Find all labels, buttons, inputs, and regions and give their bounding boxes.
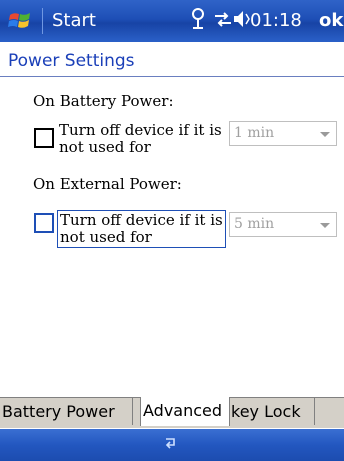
title-bar: Start 01:18 ok: [0, 0, 344, 42]
antenna-icon[interactable]: [190, 8, 206, 35]
external-turn-off-checkbox[interactable]: [34, 213, 54, 233]
external-timeout-select[interactable]: 5 min: [229, 212, 337, 237]
windows-logo-icon[interactable]: [8, 9, 34, 33]
external-label-line1: Turn off device if it is: [60, 211, 223, 229]
battery-timeout-select[interactable]: 1 min: [229, 121, 337, 146]
external-timeout-value: 5 min: [234, 216, 275, 232]
tab-bar: Battery Power Advanced key Lock: [0, 397, 344, 428]
battery-section-label: On Battery Power:: [33, 92, 174, 110]
page-title: Power Settings: [8, 51, 135, 71]
external-section-label: On External Power:: [33, 175, 182, 193]
volume-icon[interactable]: [232, 8, 250, 35]
battery-label-line2: not used for: [59, 138, 151, 156]
chevron-down-icon: [320, 223, 330, 228]
ok-button[interactable]: ok: [319, 10, 344, 32]
battery-timeout-value: 1 min: [234, 125, 275, 141]
external-turn-off-label[interactable]: Turn off device if it is not used for: [57, 210, 226, 248]
soft-key-bar: [0, 429, 344, 461]
battery-turn-off-checkbox[interactable]: [34, 128, 54, 148]
tab-key-lock[interactable]: key Lock: [229, 398, 315, 425]
sip-keyboard-icon[interactable]: [163, 436, 179, 456]
start-label[interactable]: Start: [52, 10, 96, 31]
tab-battery-power[interactable]: Battery Power: [0, 398, 133, 425]
title-divider: [0, 76, 344, 77]
battery-label-line1: Turn off device if it is: [59, 121, 222, 139]
battery-turn-off-label[interactable]: Turn off device if it is not used for: [59, 122, 222, 156]
tab-advanced[interactable]: Advanced: [140, 397, 230, 426]
chevron-down-icon: [320, 132, 330, 137]
title-separator: [42, 8, 43, 34]
connectivity-icon[interactable]: [212, 8, 234, 35]
external-label-line2: not used for: [60, 228, 152, 246]
clock[interactable]: 01:18: [250, 10, 302, 31]
